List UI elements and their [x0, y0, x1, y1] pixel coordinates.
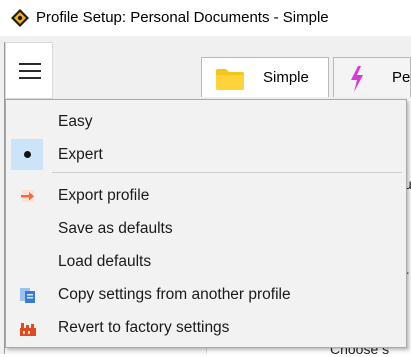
menu-item-label: Easy: [58, 112, 93, 130]
menu-item-revert-factory[interactable]: Revert to factory settings: [7, 311, 405, 344]
tab-simple[interactable]: Simple: [201, 57, 329, 97]
menu-item-easy[interactable]: Easy: [7, 105, 405, 138]
menu-item-label: Export profile: [58, 186, 150, 204]
radio-dot-icon: [24, 151, 31, 158]
copy-settings-icon: [20, 288, 35, 303]
folder-icon: [216, 69, 244, 90]
export-arrow-icon: [21, 190, 34, 202]
lightning-icon: [351, 66, 363, 92]
main-menu-button[interactable]: [5, 42, 53, 99]
menu-item-label: Copy settings from another profile: [58, 285, 291, 303]
menu-item-export-profile[interactable]: Export profile: [7, 179, 405, 212]
menu-item-save-defaults[interactable]: Save as defaults: [7, 212, 405, 245]
hamburger-icon: [19, 63, 41, 65]
main-menu-dropdown: Easy Expert Export profile Save as defau…: [5, 99, 407, 348]
menu-item-label: Expert: [58, 145, 103, 163]
tab-simple-label: Simple: [263, 69, 309, 86]
menu-item-label: Revert to factory settings: [58, 318, 230, 336]
factory-icon: [20, 323, 36, 336]
app-icon: [11, 9, 29, 27]
hamburger-icon: [19, 77, 41, 79]
menu-item-label: Save as defaults: [58, 219, 173, 237]
menu-item-expert[interactable]: Expert: [7, 138, 405, 171]
tab-performance-label: Pe: [392, 69, 411, 86]
menu-item-copy-settings[interactable]: Copy settings from another profile: [7, 278, 405, 311]
menu-separator: [52, 172, 402, 173]
tab-performance[interactable]: Pe: [333, 57, 411, 97]
hamburger-icon: [19, 70, 41, 72]
title-bar: Profile Setup: Personal Documents - Simp…: [0, 0, 411, 36]
window-title: Profile Setup: Personal Documents - Simp…: [36, 9, 329, 26]
menu-item-load-defaults[interactable]: Load defaults: [7, 245, 405, 278]
menu-item-label: Load defaults: [58, 252, 152, 270]
